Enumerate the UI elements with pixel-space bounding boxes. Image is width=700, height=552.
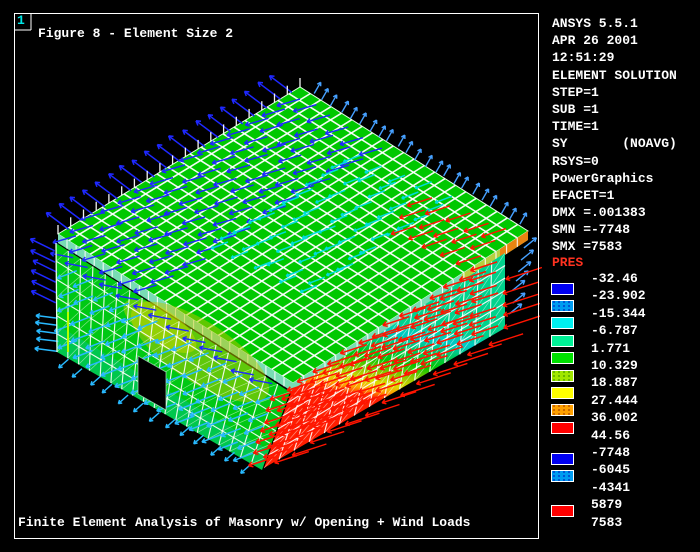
legend-value: 1.771 xyxy=(591,342,630,355)
legend-value: 5879 xyxy=(591,498,622,511)
ansys-application-screen: 1 Figure 8 - Element Size 2 ANSYS 5.5.1A… xyxy=(0,0,700,552)
figure-title: Figure 8 - Element Size 2 xyxy=(38,27,233,40)
legend-value: 18.887 xyxy=(591,376,638,389)
sidebar-line: ANSYS 5.5.1 xyxy=(552,15,677,32)
legend-value: -32.46 xyxy=(591,272,638,285)
legend-value: 44.56 xyxy=(591,429,630,442)
legend-value: 7583 xyxy=(591,516,622,529)
legend-swatch xyxy=(551,370,574,382)
legend-swatch xyxy=(551,283,574,295)
sidebar-line: SMX =7583 xyxy=(552,238,677,255)
sidebar-line: APR 26 2001 xyxy=(552,32,677,49)
legend-swatch xyxy=(551,387,574,399)
legend-value: -15.344 xyxy=(591,307,646,320)
legend-value: -23.902 xyxy=(591,289,646,302)
legend-value: -6045 xyxy=(591,463,630,476)
arrow-field-left-edge-cyan xyxy=(35,314,59,352)
sidebar-line: RSYS=0 xyxy=(552,153,677,170)
sidebar-line: SY (NOAVG) xyxy=(552,135,677,152)
window-number: 1 xyxy=(17,14,25,27)
sidebar-line: EFACET=1 xyxy=(552,187,677,204)
legend-value: 36.002 xyxy=(591,411,638,424)
sidebar-line: SUB =1 xyxy=(552,101,677,118)
pres-label: PRES xyxy=(552,256,583,269)
legend-swatch xyxy=(551,317,574,329)
legend-swatch xyxy=(551,335,574,347)
plot-caption: Finite Element Analysis of Masonry w/ Op… xyxy=(18,516,470,529)
sidebar-line: PowerGraphics xyxy=(552,170,677,187)
legend-value: -4341 xyxy=(591,481,630,494)
legend-swatch xyxy=(551,422,574,434)
sidebar-line: 12:51:29 xyxy=(552,49,677,66)
legend-swatch xyxy=(551,352,574,364)
sidebar-line: TIME=1 xyxy=(552,118,677,135)
arrow-field-left-edge-blue xyxy=(30,239,57,303)
legend-swatch xyxy=(551,300,574,312)
legend-value: -6.787 xyxy=(591,324,638,337)
sidebar-line: DMX =.001383 xyxy=(552,204,677,221)
legend-swatch xyxy=(551,453,574,465)
legend-swatch xyxy=(551,470,574,482)
legend-swatch xyxy=(551,404,574,416)
sidebar-line: SMN =-7748 xyxy=(552,221,677,238)
info-sidebar: ANSYS 5.5.1APR 26 200112:51:29ELEMENT SO… xyxy=(552,15,677,256)
legend-value: 10.329 xyxy=(591,359,638,372)
sidebar-line: ELEMENT SOLUTION xyxy=(552,67,677,84)
legend-swatch xyxy=(551,505,574,517)
sidebar-line: STEP=1 xyxy=(552,84,677,101)
legend-value: 27.444 xyxy=(591,394,638,407)
legend-value: -7748 xyxy=(591,446,630,459)
